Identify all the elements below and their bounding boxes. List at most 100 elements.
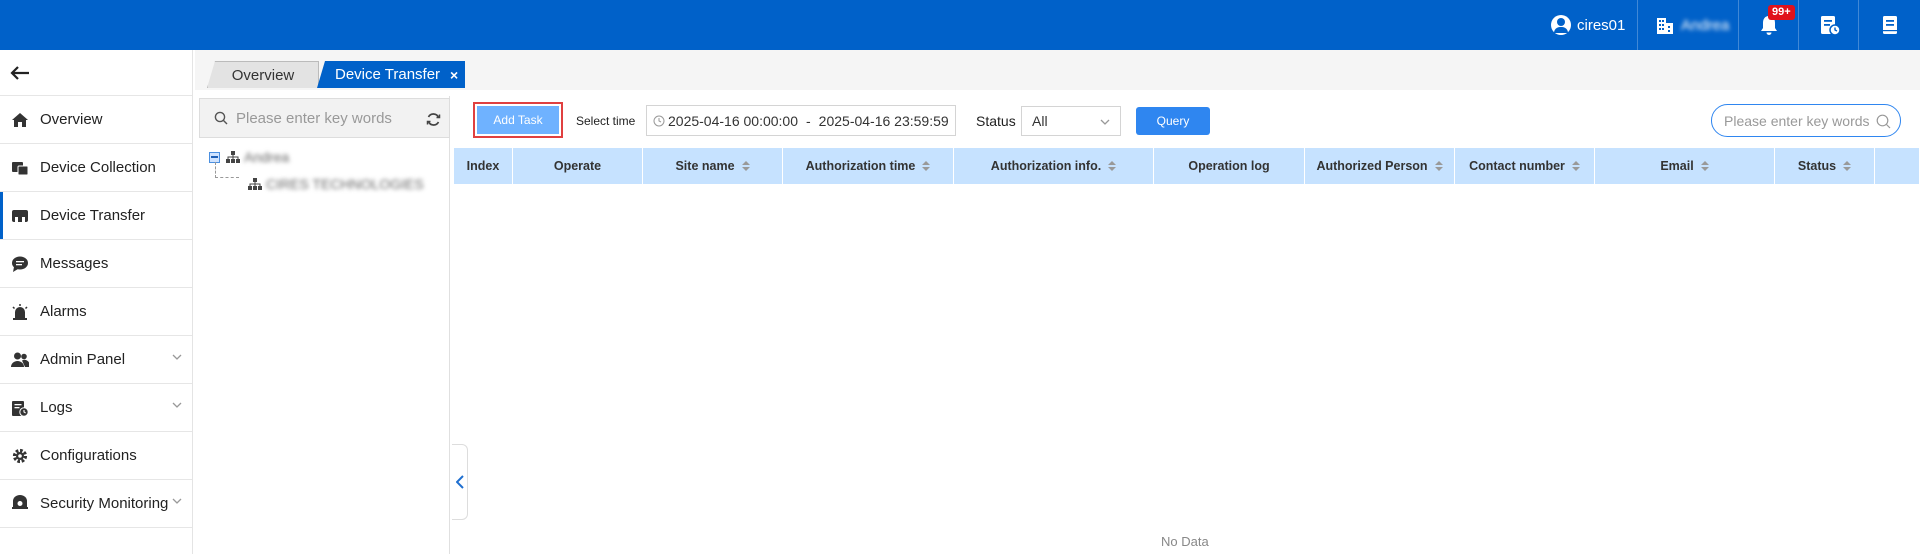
sort-icon[interactable] bbox=[1843, 161, 1852, 171]
chevron-down-icon bbox=[1100, 119, 1110, 125]
device-transfer-icon bbox=[10, 206, 30, 226]
task-list-button[interactable] bbox=[1818, 0, 1842, 50]
column-header-status[interactable]: Status bbox=[1775, 148, 1875, 184]
query-button[interactable]: Query bbox=[1136, 107, 1210, 135]
sidebar-item-configurations[interactable]: Configurations bbox=[0, 432, 192, 480]
top-separator bbox=[1738, 0, 1739, 50]
column-header-authorization-time[interactable]: Authorization time bbox=[783, 148, 954, 184]
status-select[interactable]: All bbox=[1021, 106, 1121, 136]
column-header-operation-log: Operation log bbox=[1154, 148, 1305, 184]
sidebar-item-messages[interactable]: Messages bbox=[0, 240, 192, 288]
book-icon bbox=[1883, 16, 1897, 34]
sidebar-item-device-transfer[interactable]: Device Transfer bbox=[0, 192, 192, 240]
tree-search-input[interactable]: Please enter key words bbox=[199, 98, 450, 138]
column-header-email[interactable]: Email bbox=[1595, 148, 1775, 184]
column-header-authorization-info[interactable]: Authorization info. bbox=[954, 148, 1154, 184]
tree-node-label: Andrea bbox=[244, 149, 290, 165]
org-menu[interactable]: Andrea bbox=[1655, 0, 1729, 50]
top-separator bbox=[1798, 0, 1799, 50]
tab-bar: Overview Device Transfer × bbox=[195, 50, 1920, 90]
time-separator: - bbox=[806, 112, 811, 129]
user-menu[interactable]: cires01 bbox=[1551, 0, 1625, 50]
tree-node-child[interactable]: CIRES TECHNOLOGIES bbox=[248, 176, 424, 192]
sidebar-item-label: Admin Panel bbox=[40, 351, 126, 368]
status-label: Status bbox=[976, 113, 1016, 129]
status-value: All bbox=[1032, 113, 1048, 129]
chevron-down-icon bbox=[172, 498, 182, 504]
sidebar-item-logs[interactable]: Logs bbox=[0, 384, 192, 432]
column-header-authorized-person[interactable]: Authorized Person bbox=[1305, 148, 1455, 184]
tree-search-placeholder: Please enter key words bbox=[236, 109, 392, 127]
sidebar-item-label: Configurations bbox=[40, 447, 137, 464]
sidebar-item-label: Device Collection bbox=[40, 159, 156, 176]
add-task-button[interactable]: Add Task bbox=[473, 102, 563, 138]
chevron-down-icon bbox=[172, 402, 182, 408]
collapse-toggle-icon[interactable] bbox=[209, 151, 220, 163]
alarm-icon bbox=[10, 302, 30, 322]
tab-label: Device Transfer bbox=[335, 66, 441, 83]
sort-icon[interactable] bbox=[1700, 161, 1709, 171]
sidebar: Overview Device Collection Device Transf… bbox=[0, 50, 193, 554]
sidebar-item-overview[interactable]: Overview bbox=[0, 96, 192, 144]
sidebar-item-label: Security Monitoring bbox=[40, 495, 169, 512]
time-end: 2025-04-16 23:59:59 bbox=[818, 112, 949, 129]
table-search-placeholder: Please enter key words bbox=[1724, 112, 1870, 129]
org-name: Andrea bbox=[1681, 16, 1730, 34]
sidebar-item-device-collection[interactable]: Device Collection bbox=[0, 144, 192, 192]
time-start: 2025-04-16 00:00:00 bbox=[668, 112, 798, 129]
chevron-left-icon bbox=[455, 475, 464, 489]
sidebar-item-label: Device Transfer bbox=[40, 207, 146, 224]
tab-label: Overview bbox=[231, 66, 295, 84]
close-icon[interactable]: × bbox=[450, 67, 458, 83]
sidebar-item-label: Overview bbox=[40, 111, 103, 128]
table-header: Index Operate Site name Authorization ti… bbox=[454, 148, 1919, 184]
camera-icon bbox=[10, 494, 30, 514]
sidebar-item-label: Messages bbox=[40, 255, 109, 272]
message-icon bbox=[10, 254, 30, 274]
add-task-label: Add Task bbox=[477, 106, 559, 134]
query-label: Query bbox=[1156, 114, 1190, 128]
column-header-operate: Operate bbox=[513, 148, 643, 184]
sidebar-item-label: Logs bbox=[40, 399, 73, 416]
sidebar-back-button[interactable] bbox=[0, 50, 192, 96]
tree-connector bbox=[215, 162, 239, 178]
top-bar bbox=[0, 0, 1920, 50]
tab-overview[interactable]: Overview bbox=[207, 61, 319, 88]
logs-icon bbox=[10, 398, 30, 418]
sort-icon[interactable] bbox=[922, 161, 931, 171]
select-time-label: Select time bbox=[576, 114, 636, 128]
tab-device-transfer[interactable]: Device Transfer × bbox=[317, 61, 465, 88]
org-hierarchy-icon bbox=[248, 178, 262, 190]
table-search-input[interactable]: Please enter key words bbox=[1711, 104, 1901, 137]
chevron-down-icon bbox=[172, 354, 182, 360]
sort-icon[interactable] bbox=[1108, 161, 1117, 171]
column-header-contact-number[interactable]: Contact number bbox=[1455, 148, 1595, 184]
sort-icon[interactable] bbox=[1571, 161, 1580, 171]
document-clock-icon bbox=[1821, 16, 1841, 36]
sidebar-item-security-monitoring[interactable]: Security Monitoring bbox=[0, 480, 192, 528]
username: cires01 bbox=[1577, 16, 1626, 34]
sidebar-item-alarms[interactable]: Alarms bbox=[0, 288, 192, 336]
refresh-icon[interactable] bbox=[426, 112, 441, 127]
device-collection-icon bbox=[10, 158, 30, 178]
column-header-site-name[interactable]: Site name bbox=[643, 148, 783, 184]
notification-badge: 99+ bbox=[1768, 5, 1795, 20]
gear-icon bbox=[10, 446, 30, 466]
panel-collapse-button[interactable] bbox=[452, 444, 468, 520]
column-header-index: Index bbox=[454, 148, 513, 184]
empty-state-text: No Data bbox=[1161, 534, 1209, 549]
org-tree-panel: Please enter key words Andrea CIRES TECH… bbox=[199, 96, 450, 554]
time-range-picker[interactable]: 2025-04-16 00:00:00 - 2025-04-16 23:59:5… bbox=[646, 105, 956, 136]
sort-icon[interactable] bbox=[741, 161, 750, 171]
sidebar-item-admin-panel[interactable]: Admin Panel bbox=[0, 336, 192, 384]
home-icon bbox=[10, 110, 30, 130]
search-icon bbox=[214, 111, 228, 125]
manual-button[interactable] bbox=[1879, 0, 1901, 50]
sidebar-item-label: Alarms bbox=[40, 303, 87, 320]
tree-node-label: CIRES TECHNOLOGIES bbox=[266, 176, 424, 192]
user-icon bbox=[1551, 15, 1571, 35]
top-separator bbox=[1858, 0, 1859, 50]
sort-icon[interactable] bbox=[1434, 161, 1443, 171]
notifications-button[interactable]: 99+ bbox=[1756, 0, 1795, 50]
search-icon bbox=[1876, 114, 1891, 129]
